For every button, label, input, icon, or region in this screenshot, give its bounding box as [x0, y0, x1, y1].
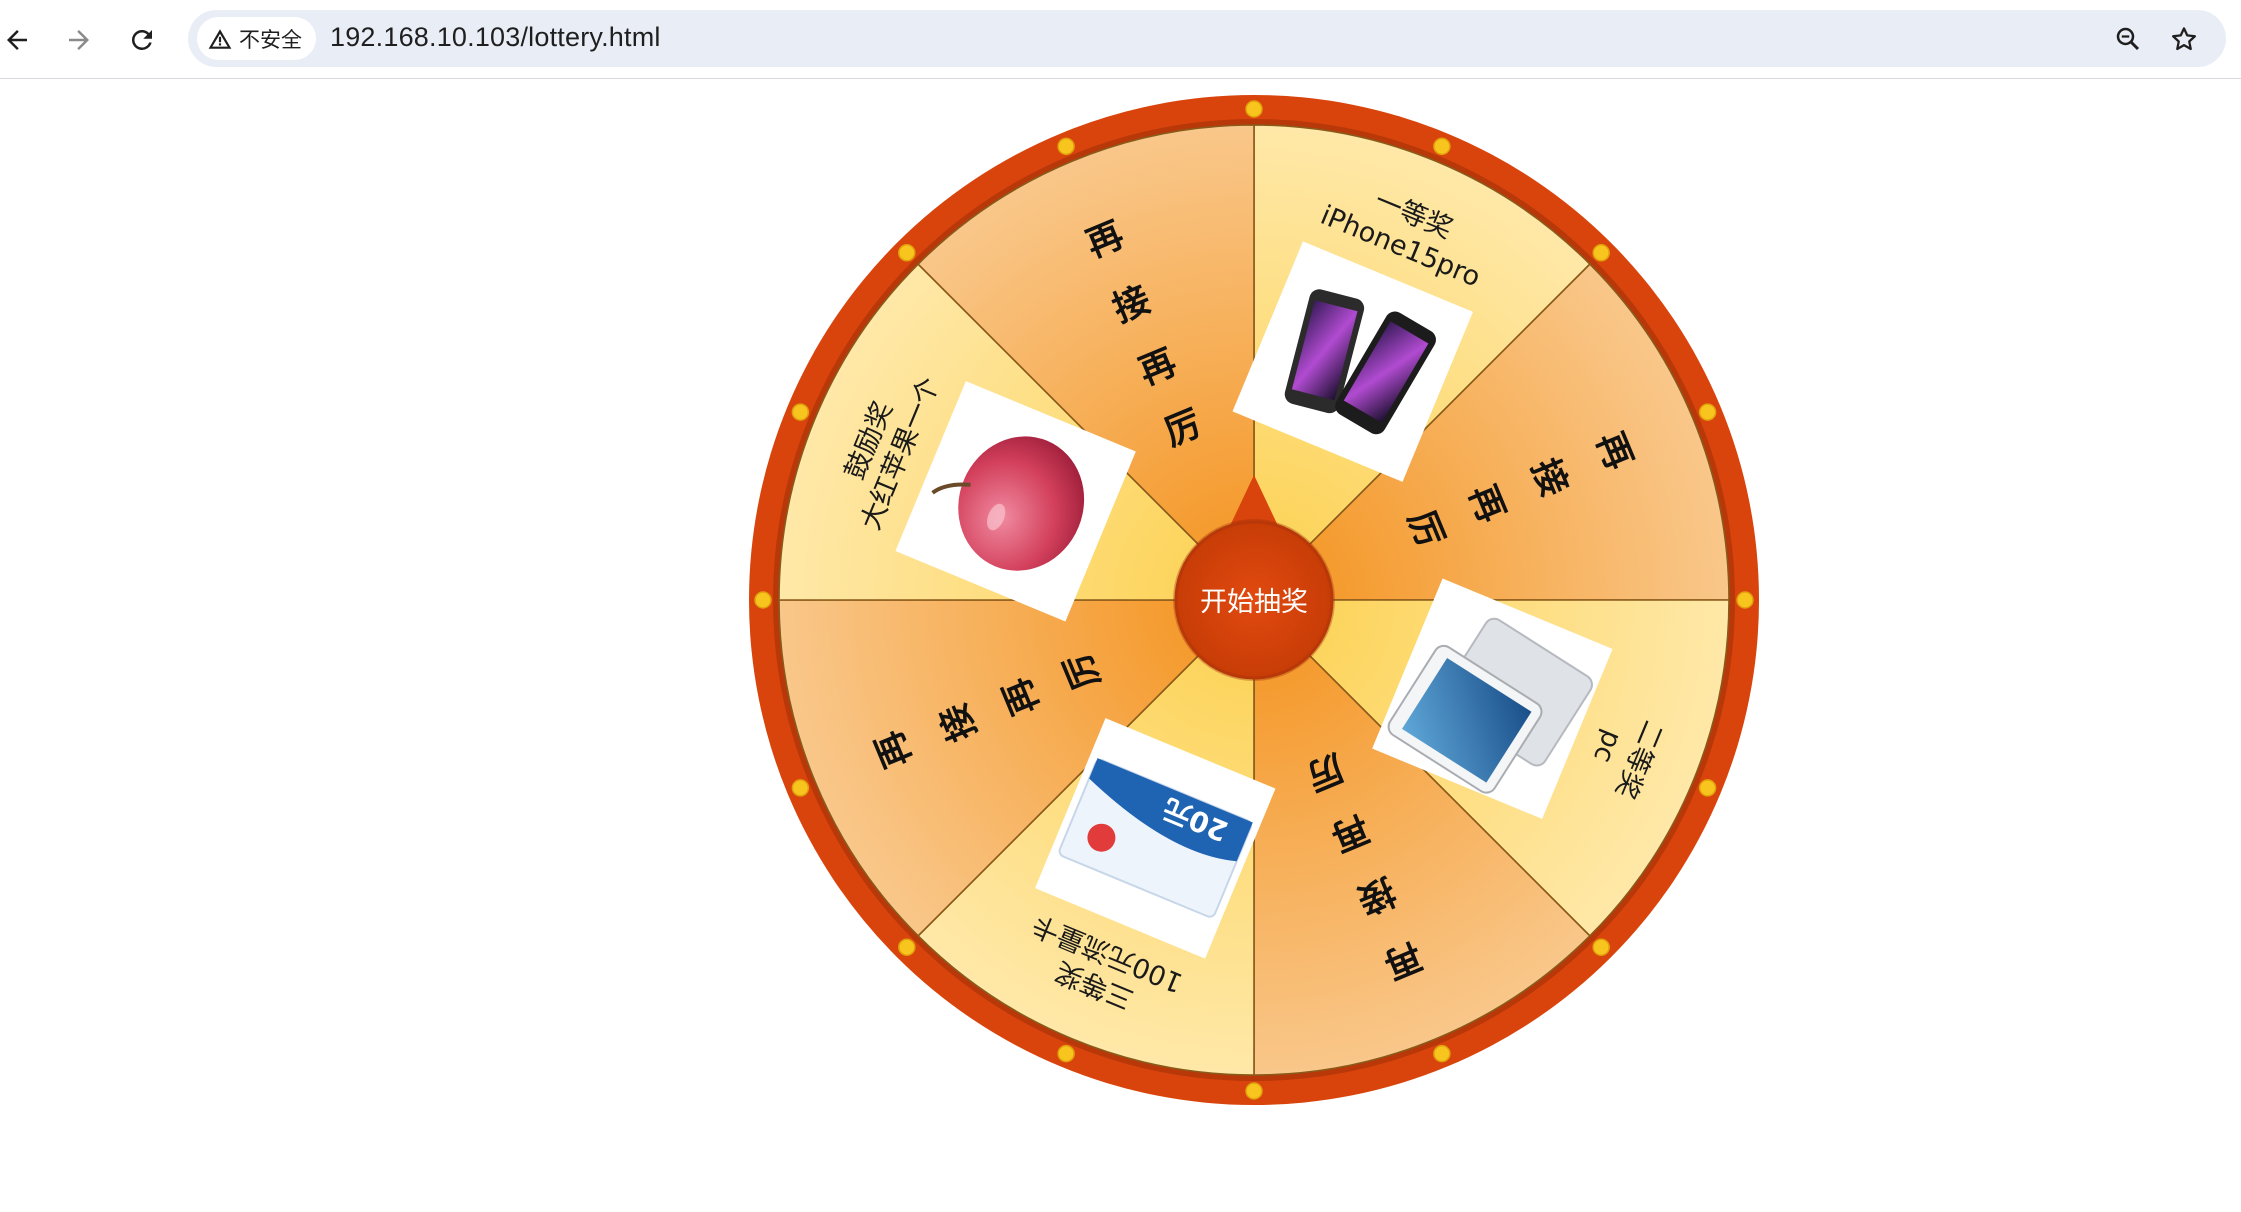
- star-icon: [2172, 27, 2196, 51]
- rim-dot: [1245, 1082, 1263, 1100]
- rim-dot: [1057, 1044, 1075, 1063]
- security-label: 不安全: [239, 27, 302, 52]
- rim-dot: [1736, 591, 1754, 609]
- start-button-label: 开始抽奖: [1200, 587, 1308, 618]
- rim-dot: [1592, 244, 1610, 262]
- rim-dot: [1592, 938, 1610, 956]
- back-button[interactable]: [0, 15, 42, 65]
- address-bar[interactable]: 不安全 192.168.10.103/lottery.html: [188, 10, 2226, 67]
- zoom-button[interactable]: [2110, 21, 2146, 57]
- reload-button[interactable]: [117, 15, 167, 65]
- rim-dot: [754, 591, 772, 609]
- rim-dot: [791, 403, 810, 421]
- bookmark-button[interactable]: [2166, 21, 2202, 57]
- rim-dot: [898, 244, 916, 262]
- forward-button[interactable]: [54, 15, 104, 65]
- url-text[interactable]: 192.168.10.103/lottery.html: [330, 22, 661, 53]
- warning-triangle-icon: [208, 28, 232, 49]
- browser-toolbar: 不安全 192.168.10.103/lottery.html: [0, 0, 2241, 79]
- arrow-left-icon: [7, 30, 27, 50]
- rim-dot: [1433, 1044, 1451, 1063]
- zoom-icon: [2116, 27, 2140, 51]
- site-security-chip[interactable]: 不安全: [197, 17, 316, 60]
- rim-dot: [791, 779, 810, 797]
- page-content: 一等奖 iPhone15pro 再接再厉二等奖 pc 再接再厉三等奖 100元流量卡 20元…: [0, 79, 2241, 1212]
- rim-dot: [1057, 137, 1075, 156]
- lottery-wheel: 一等奖iPhone15pro再接再厉二等奖pc再接再厉三等奖100元流量卡20元…: [749, 95, 1759, 1105]
- arrow-right-icon: [69, 30, 89, 50]
- rim-dot: [1698, 403, 1717, 421]
- rim-dot: [898, 938, 916, 956]
- rim-dot: [1245, 100, 1263, 118]
- rim-dot: [1698, 779, 1717, 797]
- reload-icon: [131, 29, 152, 50]
- rim-dot: [1433, 137, 1451, 156]
